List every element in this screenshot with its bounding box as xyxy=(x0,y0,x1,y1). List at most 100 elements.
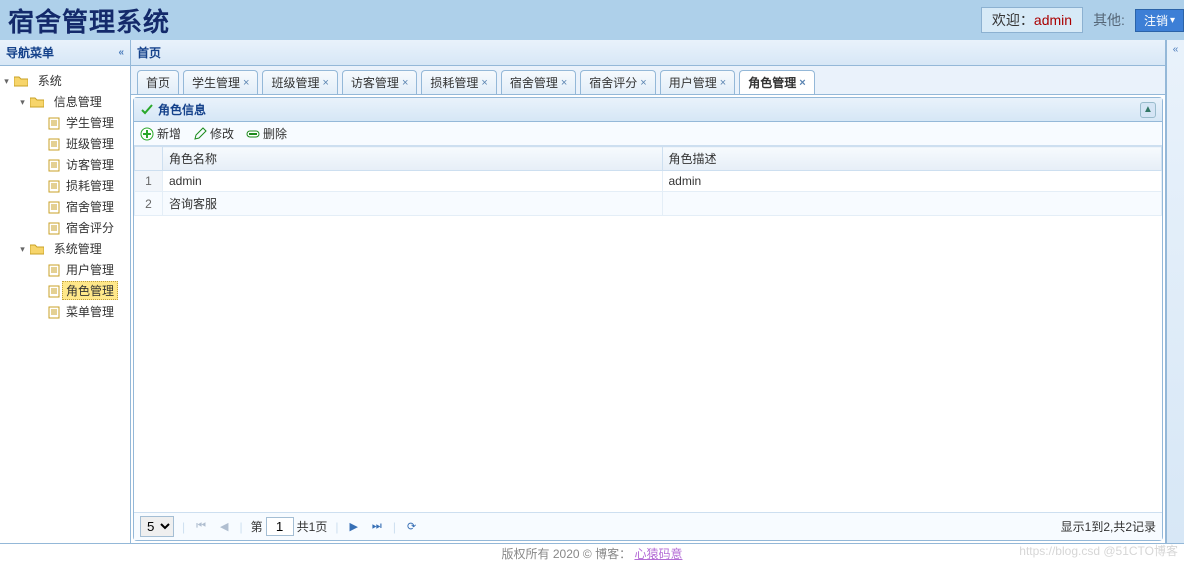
sidebar: 导航菜单 « ▾ 系统 ▾ 信息管理 学生管理班级管理访客管理损耗管理宿舍管理宿… xyxy=(0,40,131,543)
main-title: 首页 xyxy=(137,44,161,61)
first-page-button[interactable]: ⏮ xyxy=(193,520,209,533)
tree-node-sys[interactable]: ▾ 系统管理 xyxy=(18,238,130,259)
main-title-bar: 首页 xyxy=(131,40,1165,66)
tree-label[interactable]: 信息管理 xyxy=(50,92,106,111)
delete-label: 删除 xyxy=(263,125,287,142)
tab[interactable]: 首页 xyxy=(137,70,179,94)
panel-title: 角色信息 xyxy=(158,101,206,118)
tree-label[interactable]: 损耗管理 xyxy=(62,176,118,195)
close-icon[interactable]: × xyxy=(561,77,567,89)
page-icon xyxy=(48,116,62,130)
add-label: 新增 xyxy=(157,125,181,142)
add-button[interactable]: 新增 xyxy=(140,125,181,142)
tab-label: 宿舍评分 xyxy=(589,74,637,91)
close-icon[interactable]: × xyxy=(799,77,805,89)
close-icon[interactable]: × xyxy=(243,77,249,89)
tab[interactable]: 角色管理× xyxy=(739,70,814,94)
close-icon[interactable]: × xyxy=(481,77,487,89)
table-row[interactable]: 1adminadmin xyxy=(135,171,1162,192)
nav-tree: ▾ 系统 ▾ 信息管理 学生管理班级管理访客管理损耗管理宿舍管理宿舍评分 ▾ 系… xyxy=(0,66,130,543)
panel-collapse-button[interactable]: ▲ xyxy=(1140,102,1156,118)
tab-strip: 首页学生管理×班级管理×访客管理×损耗管理×宿舍管理×宿舍评分×用户管理×角色管… xyxy=(131,66,1165,95)
tree-node-root[interactable]: ▾ 系统 xyxy=(2,70,130,91)
footer-text: 版权所有 2020 © 博客： xyxy=(502,547,632,561)
tab-label: 班级管理 xyxy=(271,74,319,91)
tab[interactable]: 宿舍管理× xyxy=(501,70,576,94)
tab[interactable]: 用户管理× xyxy=(660,70,735,94)
tree-leaf[interactable]: 班级管理 xyxy=(34,133,130,154)
chevron-down-icon: ▾ xyxy=(1170,15,1175,26)
folder-open-icon xyxy=(30,95,46,109)
page-total: 共1页 xyxy=(297,520,328,534)
tree-label[interactable]: 系统 xyxy=(34,71,66,90)
col-name[interactable]: 角色名称 xyxy=(163,147,663,171)
edit-icon xyxy=(193,127,207,141)
add-icon xyxy=(140,127,154,141)
page-icon xyxy=(48,179,62,193)
tree-toggle-icon[interactable]: ▾ xyxy=(18,97,27,108)
tree-toggle-icon[interactable]: ▾ xyxy=(18,244,27,255)
sidebar-collapse-icon[interactable]: « xyxy=(118,47,124,58)
page-size-select[interactable]: 5 xyxy=(140,516,174,537)
tab-content: 角色信息 ▲ 新增 修改 删除 xyxy=(131,95,1165,543)
tab[interactable]: 访客管理× xyxy=(342,70,417,94)
tree-leaf[interactable]: 宿舍评分 xyxy=(34,217,130,238)
pager-info: 显示1到2,共2记录 xyxy=(1061,518,1156,535)
page-icon xyxy=(48,284,62,298)
tree-label[interactable]: 学生管理 xyxy=(62,113,118,132)
page-input[interactable] xyxy=(266,517,294,536)
tree-leaf[interactable]: 损耗管理 xyxy=(34,175,130,196)
tree-toggle-icon[interactable]: ▾ xyxy=(2,76,11,87)
close-icon[interactable]: × xyxy=(402,77,408,89)
tree-label[interactable]: 宿舍评分 xyxy=(62,218,118,237)
tree-leaf[interactable]: 宿舍管理 xyxy=(34,196,130,217)
pager: 5 | ⏮ ◀ | 第共1页 | ▶ ⏭ | ⟳ 显示1到2, xyxy=(134,512,1162,540)
tree-label[interactable]: 系统管理 xyxy=(50,239,106,258)
tree-label[interactable]: 班级管理 xyxy=(62,134,118,153)
right-collapse-strip[interactable]: « xyxy=(1166,40,1184,543)
logout-button[interactable]: 注销 ▾ xyxy=(1135,9,1184,32)
top-right: 欢迎：admin 其他: 注销 ▾ xyxy=(981,0,1184,40)
last-page-button[interactable]: ⏭ xyxy=(369,520,385,533)
tree-label[interactable]: 菜单管理 xyxy=(62,302,118,321)
next-page-button[interactable]: ▶ xyxy=(346,520,360,533)
edit-button[interactable]: 修改 xyxy=(193,125,234,142)
welcome-label: 欢迎： xyxy=(992,12,1034,28)
delete-button[interactable]: 删除 xyxy=(246,125,287,142)
tree-label[interactable]: 宿舍管理 xyxy=(62,197,118,216)
close-icon[interactable]: × xyxy=(720,77,726,89)
tree-label[interactable]: 访客管理 xyxy=(62,155,118,174)
refresh-button[interactable]: ⟳ xyxy=(404,520,419,533)
tree-label[interactable]: 角色管理 xyxy=(62,281,118,300)
close-icon[interactable]: × xyxy=(322,77,328,89)
page-icon xyxy=(48,158,62,172)
prev-page-button[interactable]: ◀ xyxy=(217,520,231,533)
tree-leaf[interactable]: 菜单管理 xyxy=(34,301,130,322)
close-icon[interactable]: × xyxy=(640,77,646,89)
tab[interactable]: 损耗管理× xyxy=(421,70,496,94)
tree-leaf[interactable]: 学生管理 xyxy=(34,112,130,133)
tab-label: 损耗管理 xyxy=(430,74,478,91)
footer-author-link[interactable]: 心猿码意 xyxy=(634,547,682,561)
tab-label: 角色管理 xyxy=(748,74,796,91)
tree-label[interactable]: 用户管理 xyxy=(62,260,118,279)
cell-desc xyxy=(662,192,1162,216)
table-row[interactable]: 2咨询客服 xyxy=(135,192,1162,216)
tree-leaf[interactable]: 角色管理 xyxy=(34,280,130,301)
tab[interactable]: 学生管理× xyxy=(183,70,258,94)
row-number: 2 xyxy=(135,192,163,216)
welcome-box: 欢迎：admin xyxy=(981,7,1083,33)
delete-icon xyxy=(246,127,260,141)
col-desc[interactable]: 角色描述 xyxy=(662,147,1162,171)
sidebar-title-bar: 导航菜单 « xyxy=(0,40,130,66)
tree-node-info[interactable]: ▾ 信息管理 xyxy=(18,91,130,112)
top-bar: 宿舍管理系统 欢迎：admin 其他: 注销 ▾ xyxy=(0,0,1184,40)
folder-open-icon xyxy=(14,74,30,88)
tab[interactable]: 宿舍评分× xyxy=(580,70,655,94)
sidebar-title: 导航菜单 xyxy=(6,44,54,61)
row-number: 1 xyxy=(135,171,163,192)
tab[interactable]: 班级管理× xyxy=(262,70,337,94)
page-icon xyxy=(48,200,62,214)
tree-leaf[interactable]: 访客管理 xyxy=(34,154,130,175)
tree-leaf[interactable]: 用户管理 xyxy=(34,259,130,280)
